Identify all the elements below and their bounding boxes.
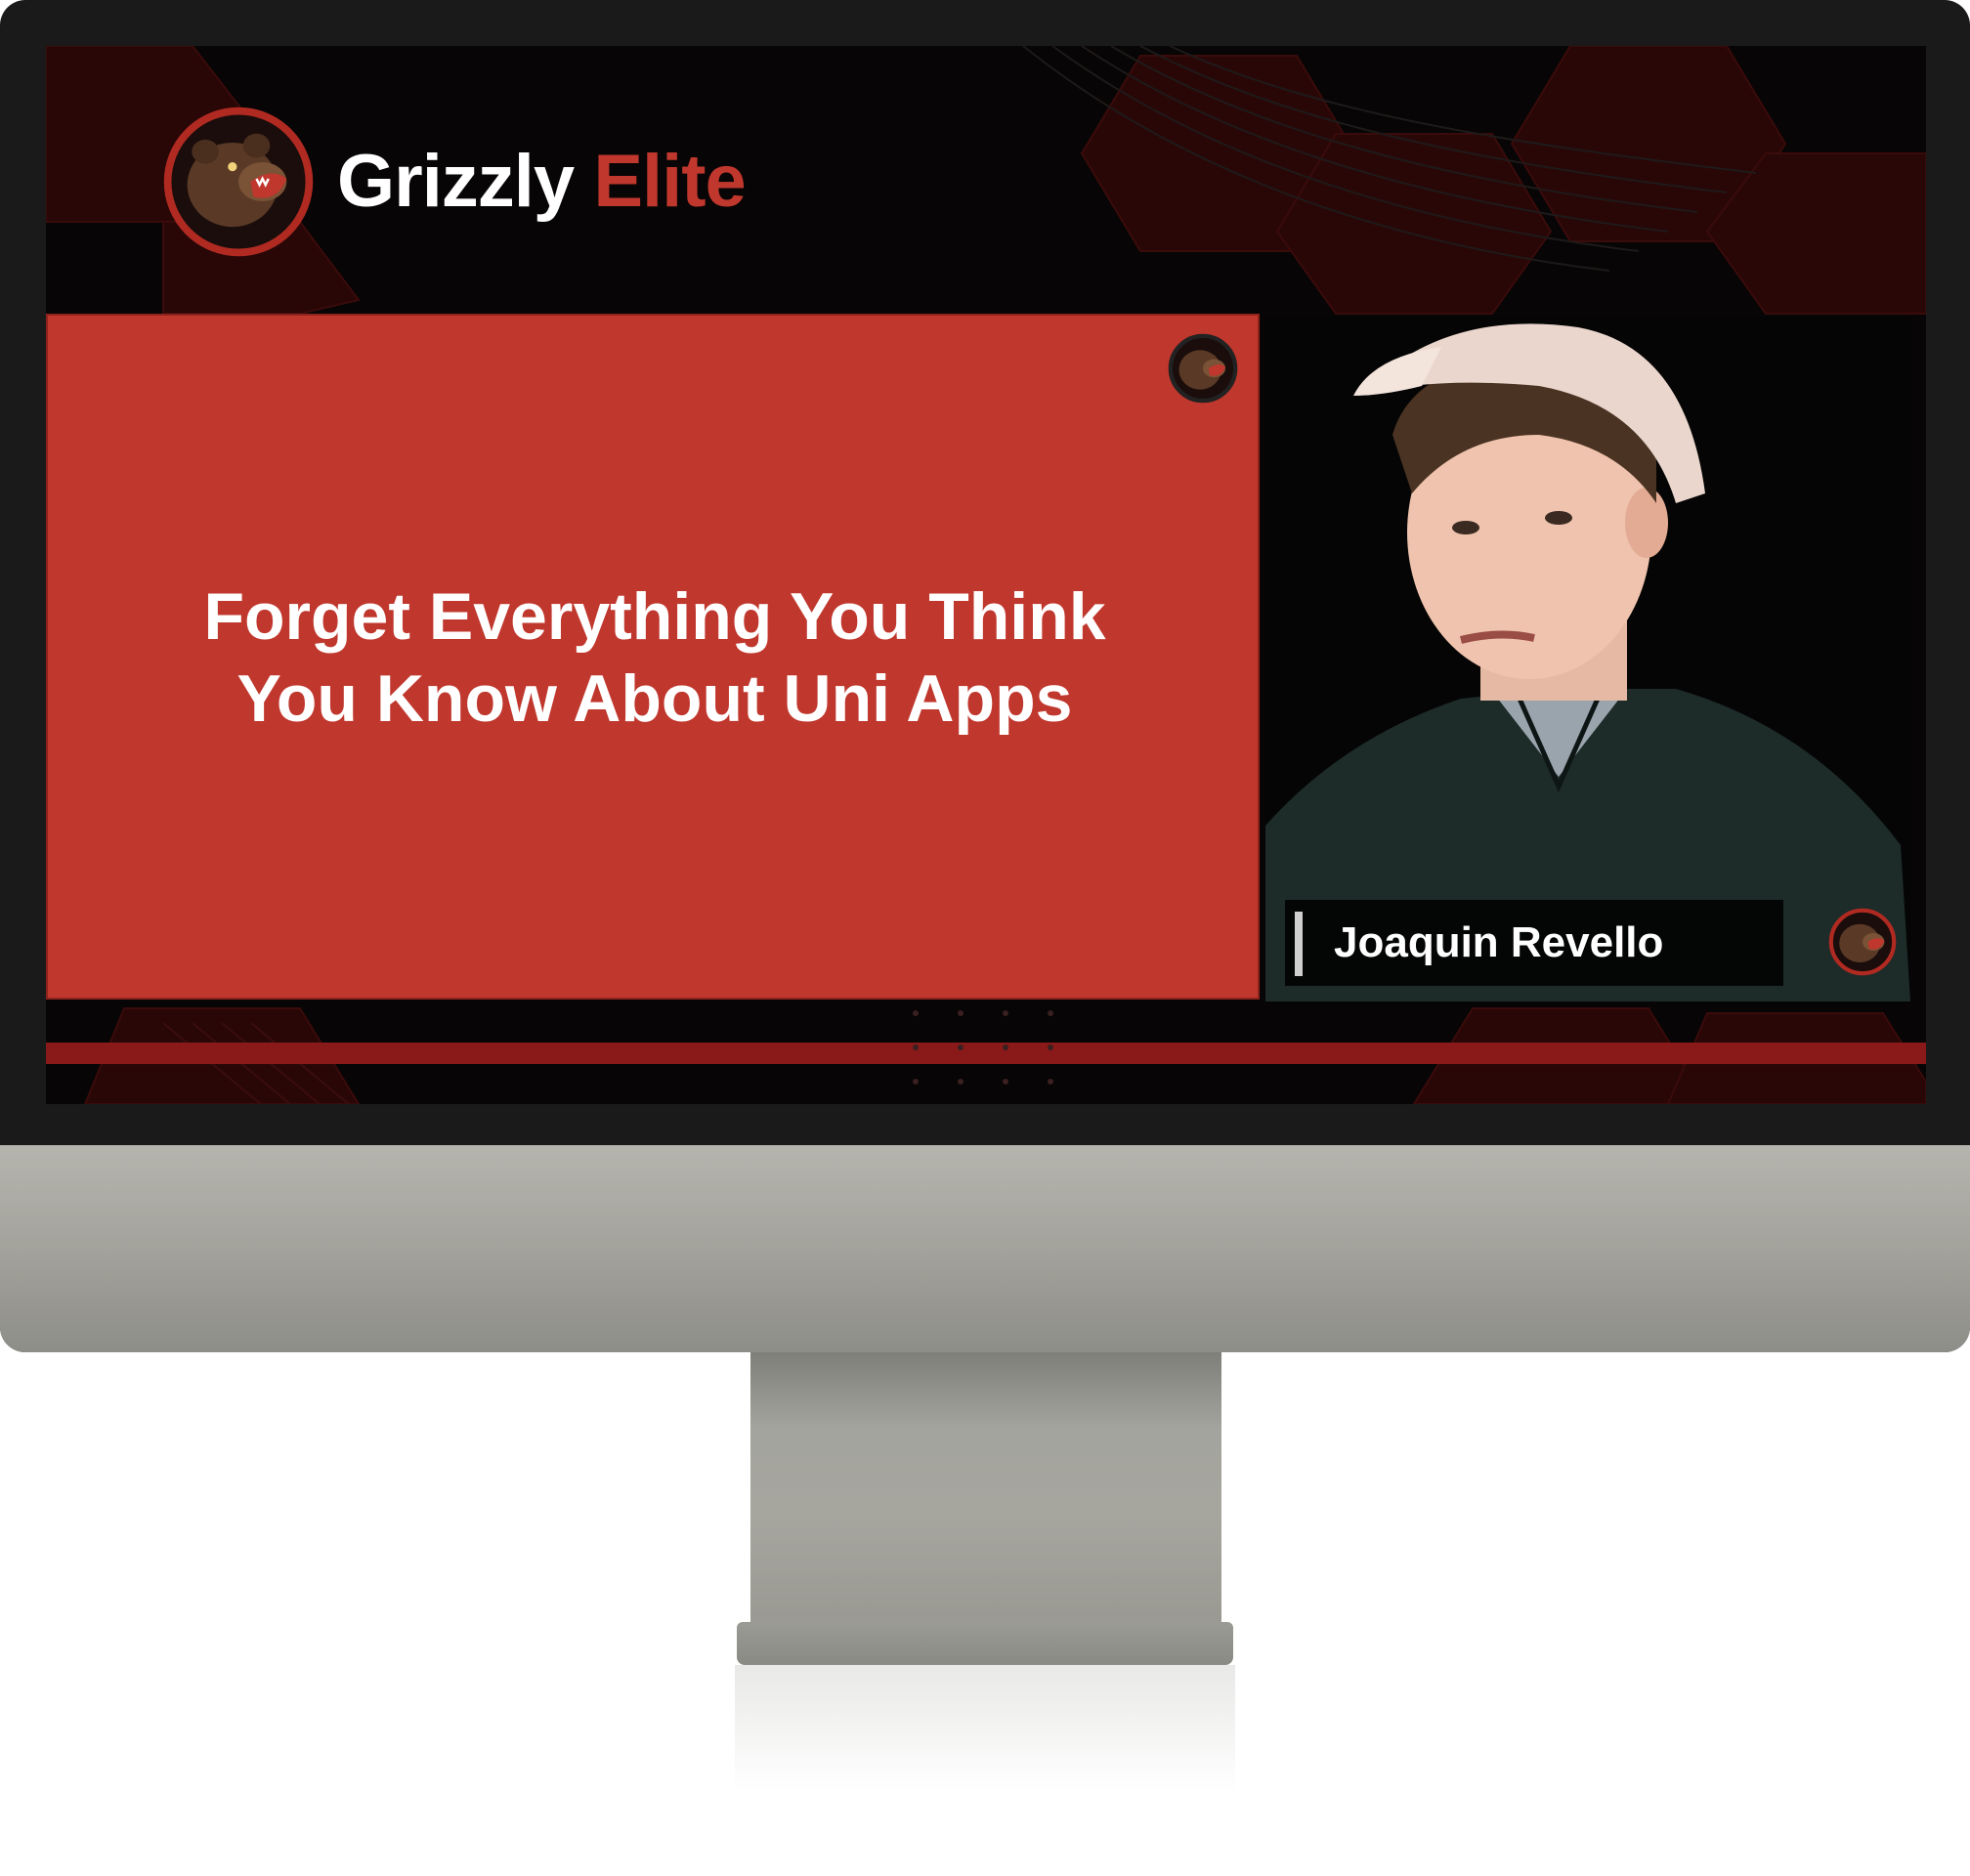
dot-grid-decoration <box>913 1010 1053 1085</box>
grizzly-bear-logo-icon <box>1168 333 1238 404</box>
webcam-feed: Joaquin Revello <box>1265 318 1910 1002</box>
monitor-stand-foot <box>737 1622 1233 1665</box>
lower-third-caption: Joaquin Revello <box>1285 900 1783 986</box>
slide-title-line: Forget Everything You Think <box>203 579 1106 654</box>
caption-accent-bar <box>1295 912 1303 976</box>
brand-name-accent: Elite <box>593 140 746 223</box>
stand-reflection <box>735 1665 1235 1792</box>
brand-name: Grizzly Elite <box>337 134 747 230</box>
presentation-slide: Forget Everything You Think You Know Abo… <box>46 314 1260 1000</box>
grizzly-bear-logo-icon <box>1828 908 1897 976</box>
monitor-chin <box>0 1145 1970 1352</box>
screen: Grizzly Elite Forget Everything You Thin… <box>46 46 1926 1104</box>
monitor-stand <box>750 1352 1221 1626</box>
speaker-name: Joaquin Revello <box>1334 918 1664 966</box>
monitor-frame: Grizzly Elite Forget Everything You Thin… <box>0 0 1970 1352</box>
grizzly-bear-logo-icon <box>163 107 314 257</box>
brand-name-main: Grizzly <box>337 140 575 223</box>
slide-title-line: You Know About Uni Apps <box>236 661 1073 736</box>
presenter-video <box>1265 318 1910 1002</box>
slide-title: Forget Everything You Think You Know Abo… <box>107 576 1203 740</box>
